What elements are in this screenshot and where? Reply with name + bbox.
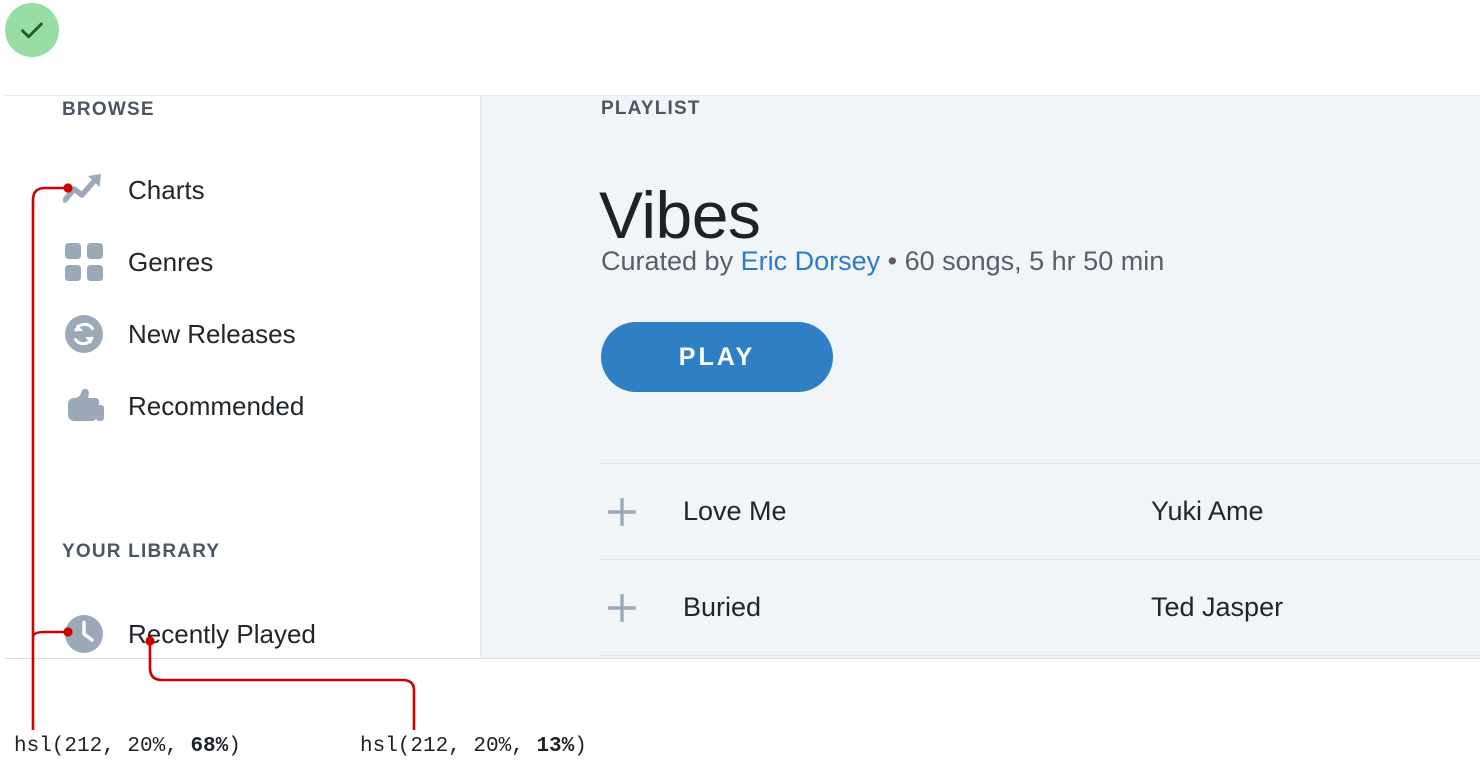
playlist-panel: PLAYLIST Vibes Curated by Eric Dorsey • …: [481, 96, 1480, 658]
annotation-label-text-color: hsl(212, 20%, 13%): [360, 735, 587, 758]
annotation-label-icon-color: hsl(212, 20%, 68%): [14, 735, 241, 758]
meta-suffix: • 60 songs, 5 hr 50 min: [880, 246, 1165, 276]
curator-link[interactable]: Eric Dorsey: [741, 246, 881, 276]
plus-icon[interactable]: [599, 591, 645, 625]
playlist-meta: Curated by Eric Dorsey • 60 songs, 5 hr …: [601, 246, 1164, 277]
success-badge: [5, 3, 59, 57]
sidebar-item-recently-played[interactable]: Recently Played: [62, 610, 316, 658]
sidebar-section-header-browse: BROWSE: [62, 99, 155, 120]
table-row[interactable]: Love Me Yuki Ame: [599, 463, 1480, 559]
sidebar-item-label: Genres: [128, 246, 214, 277]
table-row[interactable]: Buried Ted Jasper: [599, 559, 1480, 655]
sidebar: BROWSE Charts Genres New Releases Recomm…: [5, 96, 481, 658]
sidebar-item-label: Recently Played: [128, 618, 316, 649]
page-title: Vibes: [599, 178, 761, 253]
clock-icon: [62, 612, 106, 656]
playlist-eyebrow: PLAYLIST: [601, 98, 701, 119]
sidebar-item-charts[interactable]: Charts: [62, 166, 205, 214]
grid-icon: [62, 240, 106, 284]
trending-up-icon: [62, 168, 106, 212]
sidebar-item-new-releases[interactable]: New Releases: [62, 310, 296, 358]
thumbs-up-icon: [62, 384, 106, 428]
track-title: Love Me: [683, 496, 787, 526]
plus-icon[interactable]: [599, 495, 645, 529]
track-list-bottom-divider: [599, 655, 1480, 656]
sidebar-item-label: Charts: [128, 174, 205, 205]
sidebar-item-genres[interactable]: Genres: [62, 238, 213, 286]
sidebar-item-label: Recommended: [128, 390, 305, 421]
sidebar-section-header-your-library: YOUR LIBRARY: [62, 541, 221, 562]
app-card: BROWSE Charts Genres New Releases Recomm…: [5, 95, 1480, 658]
check-icon: [21, 22, 43, 39]
track-artist: Yuki Ame: [1151, 496, 1264, 526]
sidebar-item-label: New Releases: [128, 318, 296, 349]
play-button[interactable]: PLAY: [601, 322, 833, 392]
track-list: Love Me Yuki Ame Buried Ted Jasper: [599, 463, 1480, 656]
track-artist: Ted Jasper: [1151, 592, 1284, 622]
track-title: Buried: [683, 592, 762, 622]
refresh-circle-icon: [62, 312, 106, 356]
meta-prefix: Curated by: [601, 246, 741, 276]
sidebar-item-recommended[interactable]: Recommended: [62, 382, 304, 430]
